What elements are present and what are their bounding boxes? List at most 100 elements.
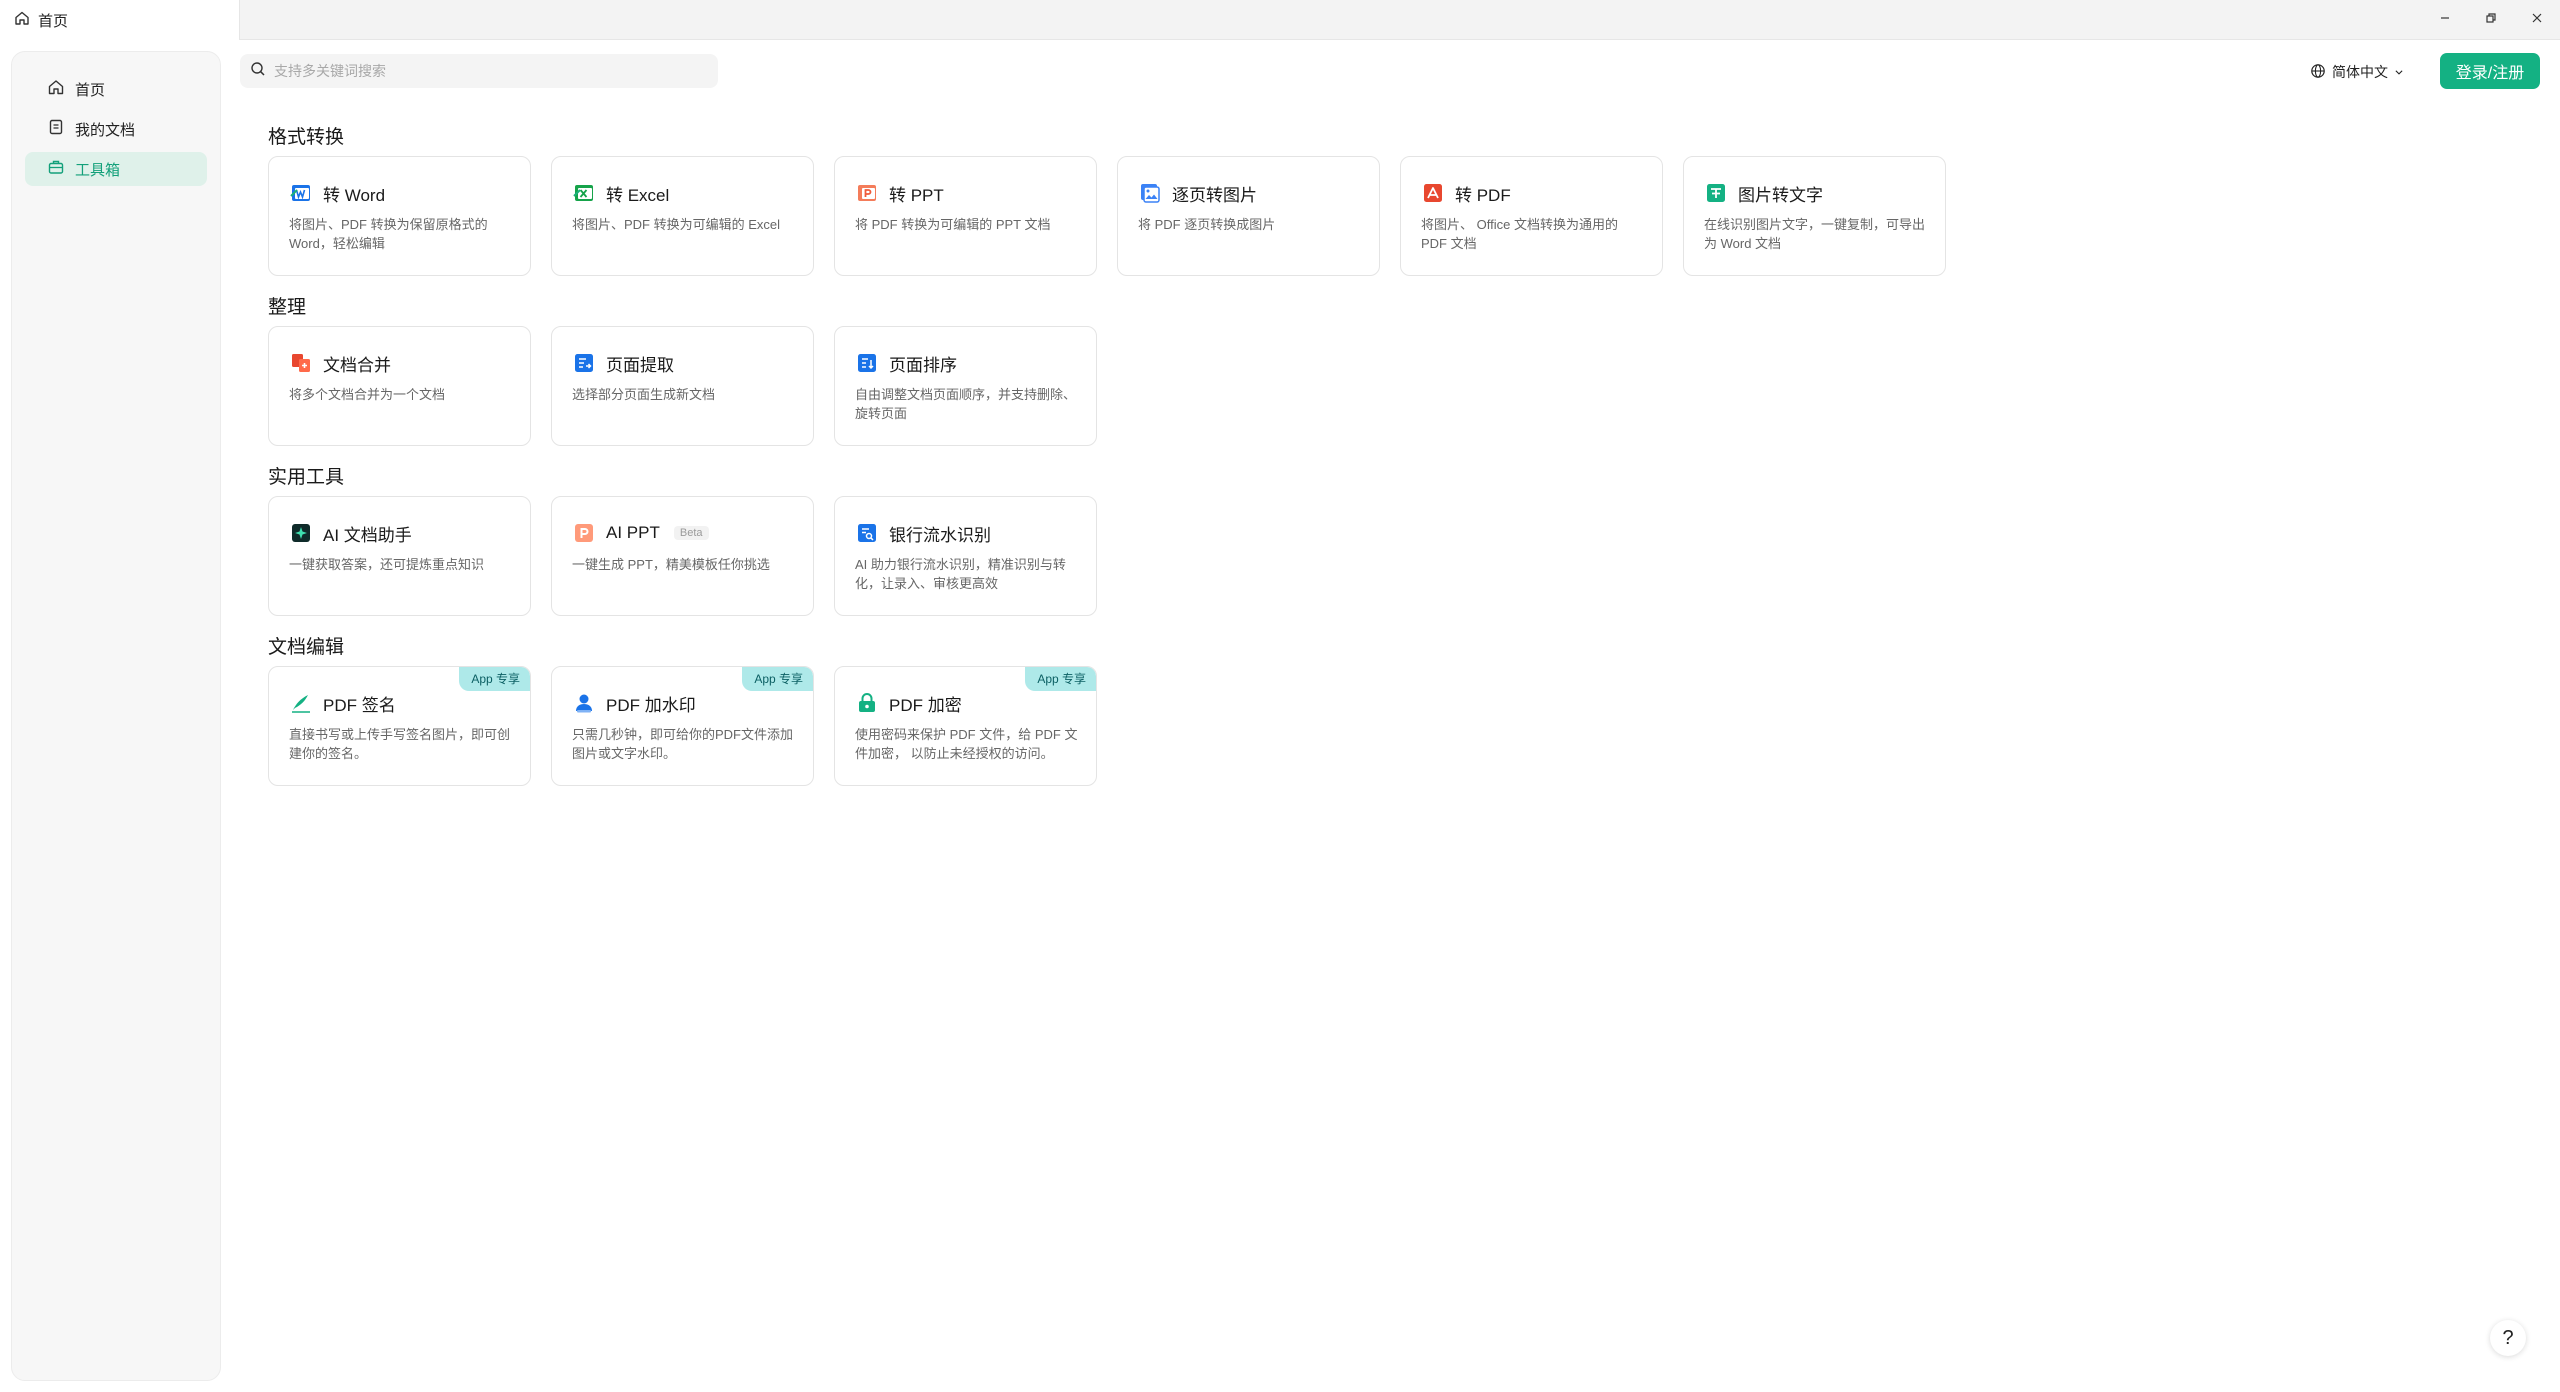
tool-card-pages-to-images[interactable]: 逐页转图片 将 PDF 逐页转换成图片 [1117,156,1380,276]
card-description: 将图片、PDF 转换为可编辑的 Excel [572,217,781,232]
language-label: 简体中文 [2332,64,2388,80]
sidebar-item-home[interactable]: 首页 [25,72,207,106]
globe-icon [2310,63,2326,82]
card-description: 一键获取答案，还可提炼重点知识 [289,557,485,572]
card-description: 只需几秒钟，即可给你的PDF文件添加图片或文字水印。 [572,727,794,761]
watermark-icon [572,691,596,715]
tool-card-to-ppt[interactable]: 转 PPT 将 PDF 转换为可编辑的 PPT 文档 [834,156,1097,276]
card-title: 转 PPT [889,185,944,205]
search-icon [250,61,266,82]
toolbox-content: 格式转换 转 Word 将图片、PDF 转换为保留原格式的 Word，轻松编辑 … [268,120,1946,800]
card-title: PDF 加密 [889,695,962,715]
tool-card-bank-statement-recognition[interactable]: 银行流水识别 AI 助力银行流水识别，精准识别与转化，让录入、审核更高效 [834,496,1097,616]
tool-card-ai-document-assistant[interactable]: AI 文档助手 一键获取答案，还可提炼重点知识 [268,496,531,616]
card-description: 直接书写或上传手写签名图片，即可创建你的签名。 [289,727,511,761]
home-icon [47,78,65,100]
tool-card-pdf-encrypt[interactable]: App 专享 PDF 加密 使用密码来保护 PDF 文件，给 PDF 文件加密，… [834,666,1097,786]
close-icon [2530,11,2544,30]
excel-icon [572,181,596,205]
tool-card-image-to-text[interactable]: 图片转文字 在线识别图片文字，一键复制，可导出为 Word 文档 [1683,156,1946,276]
card-row: App 专享 PDF 签名 直接书写或上传手写签名图片，即可创建你的签名。 Ap… [268,666,1946,786]
card-description: 将多个文档合并为一个文档 [289,387,446,402]
sort-icon [855,351,879,375]
text-recognition-icon [1704,181,1728,205]
card-row: AI 文档助手 一键获取答案，还可提炼重点知识 AI PPT Beta 一键生成… [268,496,1946,616]
card-description: 自由调整文档页面顺序，并支持删除、旋转页面 [855,387,1077,421]
card-title: 页面提取 [606,355,674,375]
sidebar-item-toolbox[interactable]: 工具箱 [25,152,207,186]
card-title: 转 PDF [1455,185,1511,205]
tab-label: 首页 [38,12,69,30]
minimize-button[interactable] [2422,0,2468,40]
app-exclusive-badge: App 专享 [1025,667,1096,691]
card-row: 文档合并 将多个文档合并为一个文档 页面提取 选择部分页面生成新文档 页面排序 … [268,326,1946,446]
card-description: 将图片、 Office 文档转换为通用的 PDF 文档 [1421,217,1618,251]
image-icon [1138,181,1162,205]
sidebar-item-label: 工具箱 [75,161,121,179]
close-button[interactable] [2514,0,2560,40]
login-register-button[interactable]: 登录/注册 [2440,53,2540,89]
sidebar-item-label: 首页 [75,81,106,99]
card-title: 图片转文字 [1738,185,1823,205]
tool-card-extract-pages[interactable]: 页面提取 选择部分页面生成新文档 [551,326,814,446]
section-title-document-editing: 文档编辑 [268,637,345,658]
signature-icon [289,691,313,715]
tab-home[interactable]: 首页 [0,0,240,40]
card-description: 在线识别图片文字，一键复制，可导出为 Word 文档 [1704,217,1926,251]
tool-card-to-excel[interactable]: 转 Excel 将图片、PDF 转换为可编辑的 Excel [551,156,814,276]
pdf-icon [1421,181,1445,205]
card-title: 页面排序 [889,355,957,375]
ppt-icon [855,181,879,205]
search-input[interactable] [274,63,694,79]
search-bar [240,54,718,88]
word-icon [289,181,313,205]
document-icon [47,118,65,140]
beta-badge: Beta [673,526,709,540]
extract-icon [572,351,596,375]
help-button[interactable]: ? [2490,1320,2526,1356]
card-description: 将 PDF 逐页转换成图片 [1138,217,1276,232]
card-title: 逐页转图片 [1172,185,1257,205]
merge-icon [289,351,313,375]
card-title: PDF 加水印 [606,695,696,715]
language-selector[interactable]: 简体中文 [2310,58,2404,86]
chevron-down-icon [2394,64,2404,80]
tool-card-to-word[interactable]: 转 Word 将图片、PDF 转换为保留原格式的 Word，轻松编辑 [268,156,531,276]
restore-icon [2484,11,2498,30]
card-title: PDF 签名 [323,695,396,715]
card-description: 使用密码来保护 PDF 文件，给 PDF 文件加密， 以防止未经授权的访问。 [855,727,1078,761]
card-description: 选择部分页面生成新文档 [572,387,716,402]
section-title-organize: 整理 [268,297,307,318]
card-description: 将图片、PDF 转换为保留原格式的 Word，轻松编辑 [289,217,488,251]
card-title: AI 文档助手 [323,525,412,545]
card-title: 转 Word [323,185,386,205]
section-title-format-conversion: 格式转换 [268,127,345,148]
card-description: 一键生成 PPT，精美模板任你挑选 [572,557,770,572]
tool-card-to-pdf[interactable]: 转 PDF 将图片、 Office 文档转换为通用的 PDF 文档 [1400,156,1663,276]
app-exclusive-badge: App 专享 [459,667,530,691]
tool-card-ai-ppt[interactable]: AI PPT Beta 一键生成 PPT，精美模板任你挑选 [551,496,814,616]
restore-button[interactable] [2468,0,2514,40]
card-title: 银行流水识别 [889,525,991,545]
card-description: AI 助力银行流水识别，精准识别与转化，让录入、审核更高效 [855,557,1066,591]
ai-ppt-icon [572,521,596,545]
card-description: 将 PDF 转换为可编辑的 PPT 文档 [855,217,1051,232]
card-title: 文档合并 [323,355,391,375]
tool-card-merge-documents[interactable]: 文档合并 将多个文档合并为一个文档 [268,326,531,446]
sidebar: 首页 我的文档 工具箱 [11,51,221,1381]
ai-assistant-icon [289,521,313,545]
lock-icon [855,691,879,715]
app-exclusive-badge: App 专享 [742,667,813,691]
section-title-utilities: 实用工具 [268,467,345,488]
home-icon [14,10,30,30]
card-row: 转 Word 将图片、PDF 转换为保留原格式的 Word，轻松编辑 转 Exc… [268,156,1946,276]
title-bar: 首页 [0,0,2560,40]
card-title: 转 Excel [606,185,670,205]
bank-statement-icon [855,521,879,545]
tool-card-sort-pages[interactable]: 页面排序 自由调整文档页面顺序，并支持删除、旋转页面 [834,326,1097,446]
card-title: AI PPT [606,523,660,542]
tool-card-pdf-watermark[interactable]: App 专享 PDF 加水印 只需几秒钟，即可给你的PDF文件添加图片或文字水印… [551,666,814,786]
tool-card-pdf-signature[interactable]: App 专享 PDF 签名 直接书写或上传手写签名图片，即可创建你的签名。 [268,666,531,786]
sidebar-item-my-documents[interactable]: 我的文档 [25,112,207,146]
sidebar-item-label: 我的文档 [75,121,136,139]
